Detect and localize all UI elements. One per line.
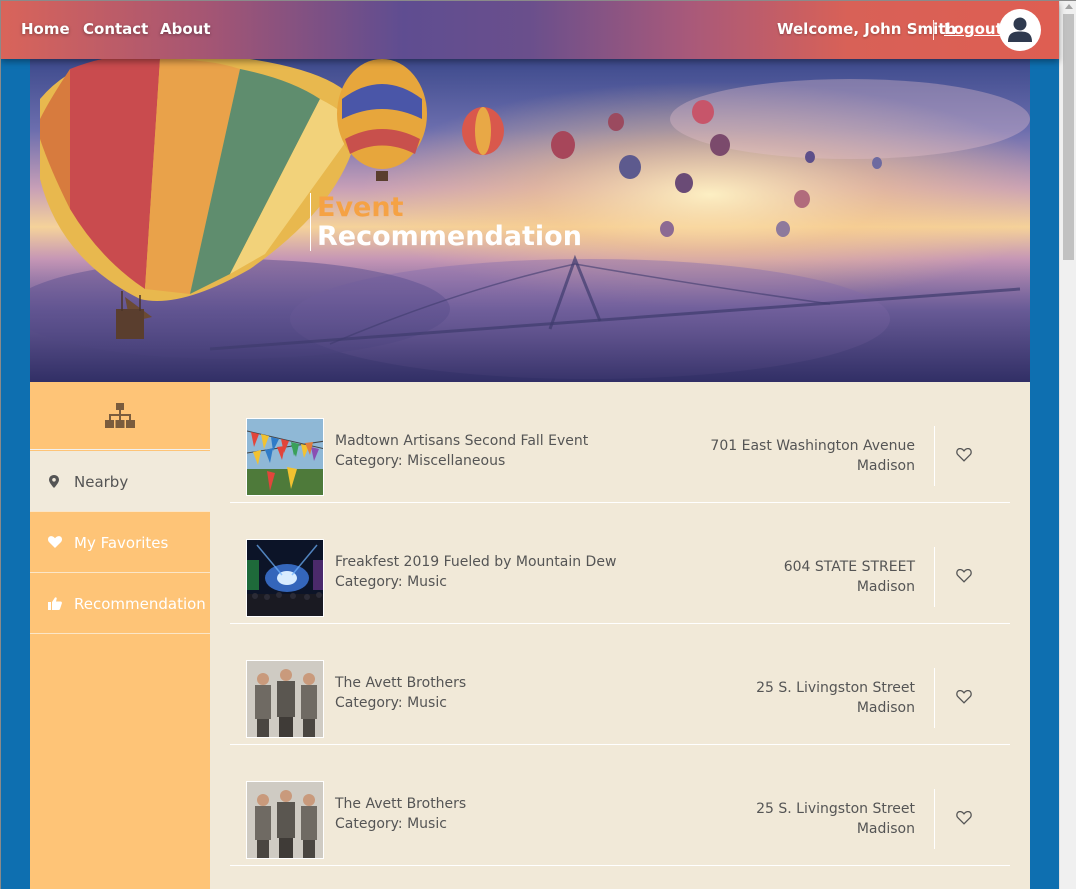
event-thumbnail <box>246 660 324 738</box>
favorite-heart-icon[interactable] <box>956 448 972 462</box>
nav-contact-link[interactable]: Contact <box>83 20 148 38</box>
sidebar: Nearby My Favorites Recommendation <box>30 382 210 889</box>
sidebar-item-label: My Favorites <box>74 534 169 552</box>
sidebar-header <box>30 382 210 450</box>
sitemap-icon <box>105 403 135 428</box>
sidebar-item-nearby[interactable]: Nearby <box>30 451 210 512</box>
hero-title-event: Event <box>317 192 404 223</box>
event-row[interactable]: Madtown Artisans Second Fall Event Categ… <box>230 382 1010 503</box>
favorite-heart-icon[interactable] <box>956 690 972 704</box>
page-scrollbar[interactable] <box>1059 0 1076 889</box>
row-divider <box>934 426 935 486</box>
row-divider <box>934 547 935 607</box>
event-city: Madison <box>856 458 915 474</box>
event-city: Madison <box>856 821 915 837</box>
event-category: Category: Miscellaneous <box>335 453 506 469</box>
event-list: Madtown Artisans Second Fall Event Categ… <box>210 382 1030 889</box>
nav-about-link[interactable]: About <box>160 20 211 38</box>
nav-home-link[interactable]: Home <box>21 20 70 38</box>
event-address: 25 S. Livingston Street <box>756 680 915 696</box>
user-avatar-icon[interactable] <box>999 9 1041 51</box>
logout-link[interactable]: Logout <box>944 20 1003 38</box>
welcome-text: Welcome, John Smith <box>777 20 957 38</box>
event-name[interactable]: Freakfest 2019 Fueled by Mountain Dew <box>335 554 616 570</box>
event-name[interactable]: Madtown Artisans Second Fall Event <box>335 433 588 449</box>
window-frame-left <box>0 0 1 889</box>
window-frame-top <box>0 0 1076 1</box>
sidebar-item-label: Recommendation <box>74 595 206 613</box>
scroll-thumb[interactable] <box>1063 14 1074 260</box>
event-category: Category: Music <box>335 695 447 711</box>
thumbs-up-icon <box>48 597 62 610</box>
event-row[interactable]: The Avett Brothers Category: Music 25 S.… <box>230 624 1010 745</box>
sidebar-item-my-favorites[interactable]: My Favorites <box>30 512 210 573</box>
event-category: Category: Music <box>335 574 447 590</box>
top-nav-bar: Home Contact About Welcome, John Smith L… <box>1 1 1059 59</box>
row-divider <box>934 668 935 728</box>
row-divider <box>934 789 935 849</box>
event-address: 701 East Washington Avenue <box>710 438 915 454</box>
favorite-heart-icon[interactable] <box>956 569 972 583</box>
event-city: Madison <box>856 579 915 595</box>
sidebar-item-recommendation[interactable]: Recommendation <box>30 573 210 634</box>
event-thumbnail <box>246 418 324 496</box>
heart-icon <box>48 536 62 548</box>
event-address: 604 STATE STREET <box>783 559 915 575</box>
sidebar-item-label: Nearby <box>74 473 129 491</box>
event-address: 25 S. Livingston Street <box>756 801 915 817</box>
hero-title: Event Recommendation <box>310 193 582 251</box>
nav-divider <box>933 20 934 40</box>
event-city: Madison <box>856 700 915 716</box>
event-name[interactable]: The Avett Brothers <box>335 675 466 691</box>
event-row[interactable]: Freakfest 2019 Fueled by Mountain Dew Ca… <box>230 503 1010 624</box>
event-name[interactable]: The Avett Brothers <box>335 796 466 812</box>
map-marker-icon <box>49 475 59 488</box>
favorite-heart-icon[interactable] <box>956 811 972 825</box>
hero-banner: Event Recommendation <box>30 59 1030 382</box>
scroll-up-icon[interactable] <box>1065 4 1073 9</box>
event-thumbnail <box>246 539 324 617</box>
event-thumbnail <box>246 781 324 859</box>
hero-title-recommendation: Recommendation <box>317 221 582 252</box>
event-row[interactable]: The Avett Brothers Category: Music 25 S.… <box>230 745 1010 866</box>
event-category: Category: Music <box>335 816 447 832</box>
